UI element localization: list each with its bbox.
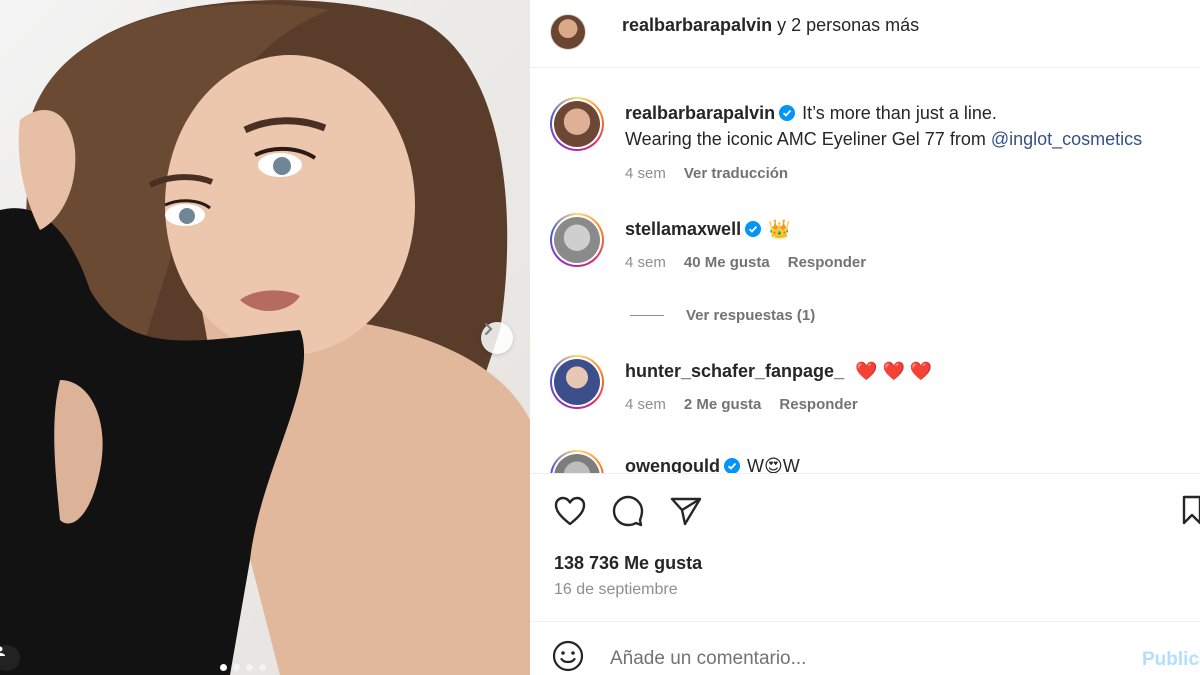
verified-badge-icon [779, 105, 796, 121]
save-button[interactable] [1182, 495, 1200, 530]
caption-username[interactable]: realbarbarapalvin [625, 103, 775, 123]
comment-avatar[interactable] [550, 213, 604, 267]
comment-username[interactable]: hunter_schafer_fanpage_ [625, 361, 844, 381]
chevron-right-icon [485, 323, 493, 335]
next-slide-button[interactable] [481, 322, 513, 354]
view-replies-button[interactable]: Ver respuestas (1) [630, 307, 815, 324]
comment-avatar[interactable] [550, 355, 604, 409]
action-buttons [552, 493, 704, 529]
caption-mention-link[interactable]: @inglot_cosmetics [991, 129, 1142, 149]
comments-list[interactable]: realbarbarapalvin It’s more than just a … [530, 69, 1200, 473]
emoji-smile-icon [552, 640, 584, 672]
post-details-panel: realbarbarapalvin y 2 personas más realb… [530, 0, 1200, 675]
replies-divider [630, 315, 664, 316]
verified-badge-icon [723, 458, 740, 473]
like-button[interactable] [552, 493, 588, 529]
comment-bubble-icon [612, 495, 644, 527]
comment-button[interactable] [610, 493, 646, 529]
translate-button[interactable]: Ver traducción [684, 161, 788, 187]
paper-plane-icon [670, 497, 702, 526]
portrait-image [0, 0, 530, 675]
header-others[interactable]: y 2 personas más [777, 15, 919, 35]
author-avatar[interactable] [550, 14, 586, 50]
post-date[interactable]: 16 de septiembre [554, 581, 678, 599]
user-icon [0, 646, 5, 656]
carousel-dot [246, 664, 253, 671]
comment-text: ❤️ ❤️ ❤️ [855, 361, 933, 381]
carousel-indicator [220, 664, 266, 671]
comment-username[interactable]: stellamaxwell [625, 219, 741, 239]
post-photo[interactable] [0, 0, 530, 675]
publish-button[interactable]: Publicar [1142, 649, 1200, 671]
carousel-dot [220, 664, 227, 671]
comment-username[interactable]: owengould [625, 456, 720, 473]
caption-avatar[interactable] [550, 97, 604, 151]
comment-likes[interactable]: 40 Me gusta [684, 250, 770, 276]
reply-button[interactable]: Responder [788, 250, 866, 276]
caption-time[interactable]: 4 sem [625, 161, 666, 187]
comment-text: 👑 [768, 219, 791, 239]
bookmark-icon [1182, 495, 1200, 525]
share-button[interactable] [668, 493, 704, 529]
actions-divider [530, 473, 1200, 474]
view-replies-label: Ver respuestas (1) [686, 307, 816, 324]
likes-count[interactable]: 138 736 Me gusta [554, 553, 702, 574]
verified-badge-icon [745, 221, 762, 237]
carousel-dot [259, 664, 266, 671]
emoji-button[interactable] [552, 640, 584, 675]
header-title: realbarbarapalvin y 2 personas más [622, 15, 919, 36]
comment-text: W😍W [747, 456, 800, 473]
caption-line1: It’s more than just a line. [802, 103, 997, 123]
post-header: realbarbarapalvin y 2 personas más [530, 0, 1200, 68]
comment-time[interactable]: 4 sem [625, 392, 666, 418]
carousel-dot [233, 664, 240, 671]
add-comment-bar: Publicar [530, 621, 1200, 675]
comment-likes[interactable]: 2 Me gusta [684, 392, 762, 418]
header-username[interactable]: realbarbarapalvin [622, 15, 772, 35]
comment-input[interactable] [610, 648, 1130, 670]
reply-button[interactable]: Responder [779, 392, 857, 418]
comment-avatar[interactable] [550, 450, 604, 473]
heart-icon [554, 496, 586, 526]
caption-line2: Wearing the iconic AMC Eyeliner Gel 77 f… [625, 129, 986, 149]
comment-time[interactable]: 4 sem [625, 250, 666, 276]
